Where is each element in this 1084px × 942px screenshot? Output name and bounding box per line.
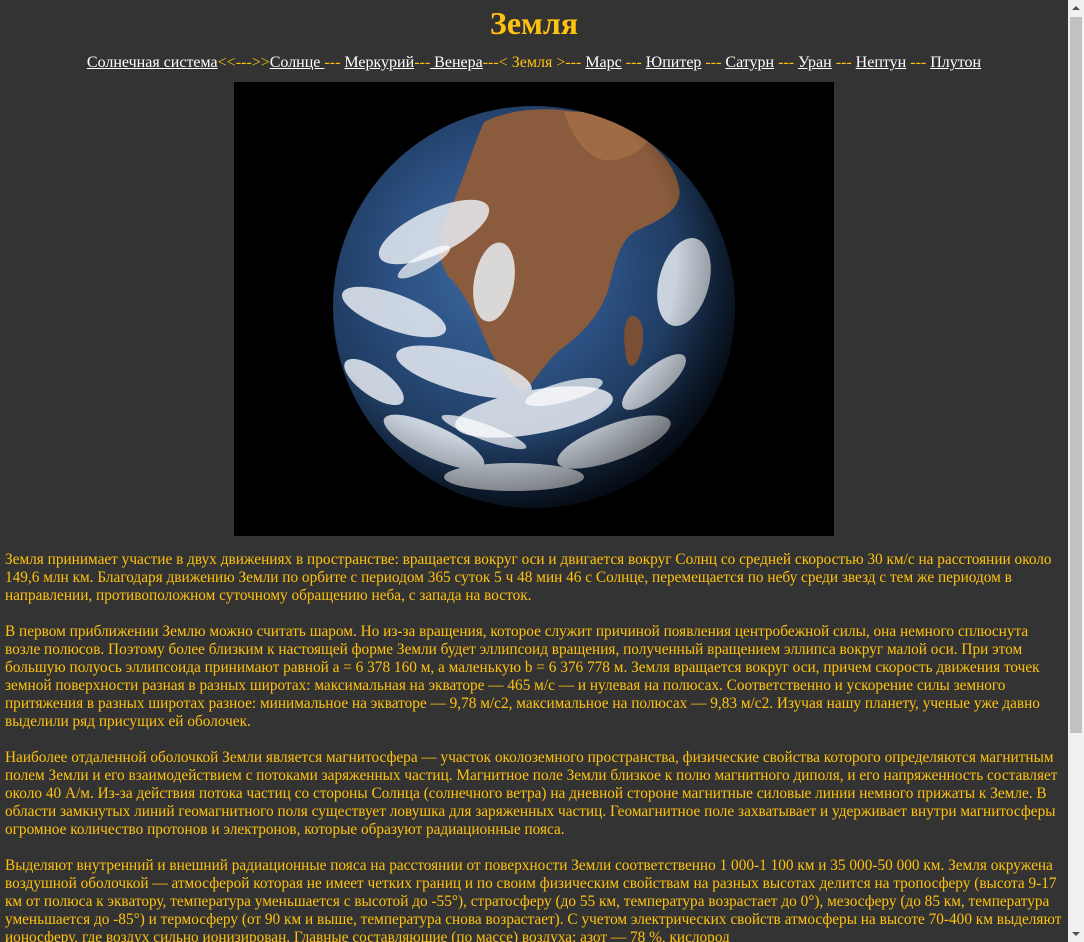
paragraph-3: Наиболее отдаленной оболочкой Земли явля… [5, 749, 1058, 838]
nav-separator: --- [482, 54, 499, 71]
nav-link-pluto[interactable]: Плутон [930, 54, 981, 71]
earth-globe-image [234, 82, 834, 536]
nav-link-jupiter[interactable]: Юпитер [646, 54, 702, 71]
nav-separator: --- [701, 54, 726, 71]
nav-separator: --- [414, 54, 431, 71]
nav-link-solar-system[interactable]: Солнечная система [87, 54, 218, 71]
nav-link-uranus[interactable]: Уран [798, 54, 832, 71]
nav-separator: --- [774, 54, 799, 71]
nav-current-earth: < Земля > [498, 54, 566, 71]
scroll-up-arrow-icon[interactable] [1068, 0, 1084, 16]
paragraph-2: В первом приближении Землю можно считать… [5, 623, 1040, 730]
vertical-scrollbar[interactable] [1068, 0, 1084, 942]
page: Земля Солнечная система<<--->>Солнце ---… [0, 0, 1068, 942]
article-body: Земля принимает участие в двух движениях… [0, 551, 1068, 942]
page-title: Земля [489, 5, 579, 41]
nav-separator: --- [831, 54, 856, 71]
nav-separator: --- [324, 54, 341, 71]
planet-navigation: Солнечная система<<--->>Солнце --- Мерку… [0, 53, 1068, 73]
earth-photo [234, 82, 834, 536]
nav-separator: --- [621, 54, 646, 71]
nav-link-saturn[interactable]: Сатурн [725, 54, 774, 71]
nav-link-mercury[interactable]: Меркурий [344, 54, 414, 71]
nav-separator: --- [565, 54, 586, 71]
nav-link-neptune[interactable]: Нептун [856, 54, 907, 71]
paragraph-4: Выделяют внутренний и внешний радиационн… [5, 857, 1062, 942]
nav-link-mars[interactable]: Марс [585, 54, 621, 71]
nav-link-venus[interactable]: Венера [430, 54, 483, 71]
nav-link-sun[interactable]: Солнце [270, 54, 325, 71]
nav-arrow: <<--->> [217, 54, 270, 71]
paragraph-1: Земля принимает участие в двух движениях… [5, 551, 1052, 604]
scroll-down-arrow-icon[interactable] [1068, 926, 1084, 942]
scrollbar-thumb[interactable] [1070, 17, 1082, 733]
nav-separator: --- [906, 54, 931, 71]
